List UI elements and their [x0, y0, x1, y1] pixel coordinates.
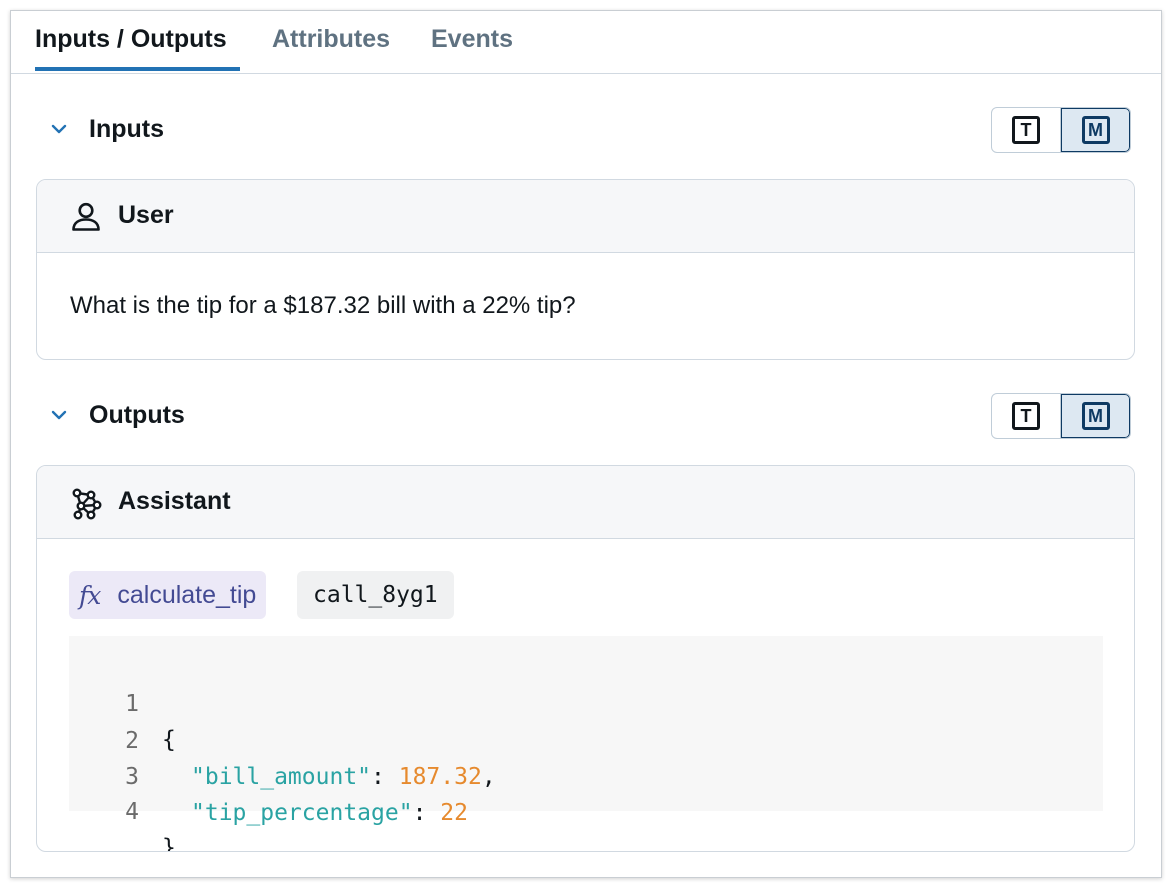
tool-call-arguments-code: 1 { 2 "bill_amount": 187.32, 3 "tip_perc… [69, 636, 1103, 851]
markdown-format-button[interactable]: M [1061, 394, 1130, 438]
json-key: "tip_percentage" [191, 800, 413, 826]
outputs-format-toggle: T M [991, 393, 1131, 439]
assistant-message-header: Assistant [37, 466, 1134, 539]
tab-events[interactable]: Events [431, 25, 513, 54]
text-format-button[interactable]: T [992, 394, 1061, 438]
inputs-section-title: Inputs [89, 115, 164, 143]
code-line: 2 "bill_amount": 187.32, [69, 687, 496, 790]
text-format-button[interactable]: T [992, 108, 1061, 152]
trace-detail-panel: Inputs / Outputs Attributes Events Input… [10, 10, 1162, 878]
tab-bar: Inputs / Outputs Attributes Events [11, 11, 1161, 74]
json-number: 187.32 [398, 764, 482, 790]
text-format-icon: T [1012, 116, 1040, 144]
function-name-badge[interactable]: fx calculate_tip [69, 571, 267, 619]
user-message-card: User What is the tip for a $187.32 bill … [36, 179, 1135, 360]
active-tab-indicator [35, 67, 240, 71]
user-role-label: User [118, 201, 174, 229]
markdown-format-icon: M [1081, 402, 1110, 430]
assistant-icon [72, 488, 102, 520]
inputs-format-toggle: T M [991, 107, 1131, 153]
user-message-text: What is the tip for a $187.32 bill with … [70, 292, 576, 319]
code-line: 4 } [69, 758, 180, 851]
tool-call-id[interactable]: call_8yg1 [297, 571, 454, 619]
json-key: "bill_amount" [191, 764, 372, 790]
user-icon [72, 202, 100, 231]
json-number: 22 [440, 800, 468, 826]
code-line: 1 { [69, 650, 180, 753]
tab-inputs-outputs[interactable]: Inputs / Outputs [35, 25, 227, 54]
assistant-message-card: Assistant fx calculate_tip call_8yg1 1 {… [36, 465, 1135, 852]
markdown-format-button[interactable]: M [1061, 108, 1130, 152]
chevron-down-icon[interactable] [49, 119, 69, 139]
text-format-icon: T [1012, 402, 1040, 430]
user-message-header: User [37, 180, 1134, 253]
function-icon: fx [79, 580, 101, 610]
outputs-section-header: Outputs T M [11, 393, 1161, 441]
code-line: 3 "tip_percentage": 22 [69, 723, 468, 826]
tab-attributes[interactable]: Attributes [272, 25, 390, 54]
inputs-section-header: Inputs T M [11, 107, 1161, 155]
markdown-format-icon: M [1081, 116, 1110, 144]
function-name: calculate_tip [117, 580, 257, 609]
outputs-section-title: Outputs [89, 401, 185, 429]
assistant-role-label: Assistant [118, 487, 231, 515]
json-brace: } [162, 835, 176, 852]
line-number: 4 [125, 799, 139, 825]
chevron-down-icon[interactable] [49, 405, 69, 425]
